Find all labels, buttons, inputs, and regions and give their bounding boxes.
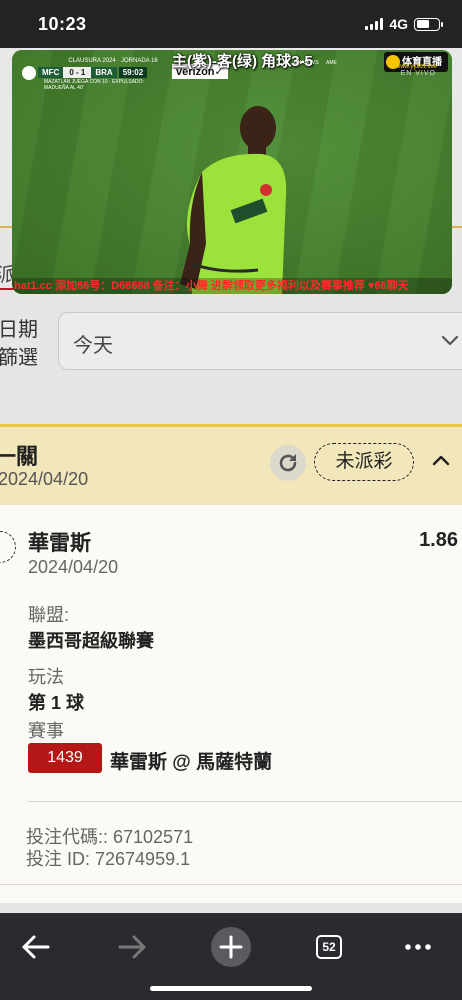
scorebug-home: MFC [38, 67, 64, 78]
new-tab-button[interactable] [207, 923, 255, 971]
network-label: 4G [389, 16, 408, 32]
tab-count: 52 [316, 935, 342, 959]
bet-header-date: 2024/04/20 [0, 469, 89, 489]
battery-icon [414, 17, 443, 31]
en-vivo-label: EN VIVO [400, 70, 436, 77]
bet-card-header[interactable]: 一關 2024/04/20 未派彩 [0, 427, 462, 505]
selection-odds: 1.86 [419, 529, 458, 551]
plus-icon [219, 935, 243, 959]
mini-team-home: UNAM [294, 60, 309, 66]
scorebug-league: CLAUSURA 2024 · JORNADA 16 [68, 58, 158, 64]
selection-date: 2024/04/20 [28, 557, 119, 577]
chevron-down-icon [441, 335, 459, 346]
date-filter-select[interactable]: 今天 [58, 312, 462, 370]
market-label: 玩法 [28, 667, 64, 687]
divider [28, 801, 462, 802]
divider [0, 884, 462, 885]
battery-level [416, 20, 430, 28]
event-label: 賽事 [28, 721, 64, 741]
video-ticker: hat1.cc 添加66号：D66668 备注：小舞 进群领取更多福利以及赛事推… [12, 278, 452, 294]
scorebug-clock: 59:02 [118, 67, 148, 78]
bet-id: 投注 ID: 72674959.1 [26, 849, 191, 869]
live-video-player[interactable]: CLAUSURA 2024 · JORNADA 16 MFC 0 - 1 BRA… [12, 50, 452, 294]
selection-status-icon [0, 531, 16, 563]
arrow-right-icon [118, 935, 146, 959]
scorebug-away: BRA [91, 67, 117, 78]
signal-icon [365, 18, 384, 30]
event-id-badge: 1439 [28, 743, 102, 773]
video-title: 主(紫)-客(绿) 角球3-5 [172, 53, 313, 70]
selection-name: 華雷斯 [28, 532, 91, 555]
bet-type: 一關 [0, 444, 39, 469]
status-time: 10:23 [38, 14, 87, 34]
more-dots-icon [405, 944, 431, 950]
event-name: 華雷斯 @ 馬薩特蘭 [110, 752, 273, 773]
refresh-icon [279, 454, 297, 472]
back-button[interactable] [12, 923, 60, 971]
status-indicators: 4G [365, 16, 443, 32]
club-logo-icon [22, 66, 36, 80]
league-label: 聯盟: [28, 605, 70, 625]
scorebug-score-row: MFC 0 - 1 BRA 59:02 [38, 67, 148, 78]
tabs-button[interactable]: 52 [306, 923, 354, 971]
browser-toolbar: 52 [0, 913, 462, 1000]
settlement-status-badge: 未派彩 [314, 443, 414, 481]
chevron-up-icon[interactable] [432, 453, 450, 467]
scorebug-note: MAZATLÁN JUEGA CON 10 · EXPULSADO: MADUE… [44, 79, 144, 91]
player-image [180, 106, 287, 294]
scorebug-score: 0 - 1 [63, 67, 92, 78]
league-value: 墨西哥超級聯賽 [28, 631, 154, 651]
arrow-left-icon [22, 935, 50, 959]
home-indicator [150, 986, 312, 991]
live-stream-logo: 体育直播 www.yyzb1.live [384, 52, 448, 72]
date-filter-label: 日期 篩選 [0, 319, 38, 369]
forward-button[interactable] [108, 923, 156, 971]
bet-card: 一關 2024/04/20 未派彩 華雷斯 1.86 2024/04/20 聯盟… [0, 424, 462, 903]
status-bar: 10:23 4G [0, 0, 462, 48]
mini-team-away: AME [326, 60, 337, 66]
market-value: 第 1 球 [28, 693, 85, 713]
date-filter-value: 今天 [73, 335, 113, 357]
bet-details: 華雷斯 1.86 2024/04/20 聯盟: 墨西哥超級聯賽 玩法 第 1 球… [0, 505, 462, 903]
more-menu-button[interactable] [394, 923, 442, 971]
mini-team-vs: VS [312, 60, 319, 66]
refresh-button[interactable] [270, 445, 306, 481]
